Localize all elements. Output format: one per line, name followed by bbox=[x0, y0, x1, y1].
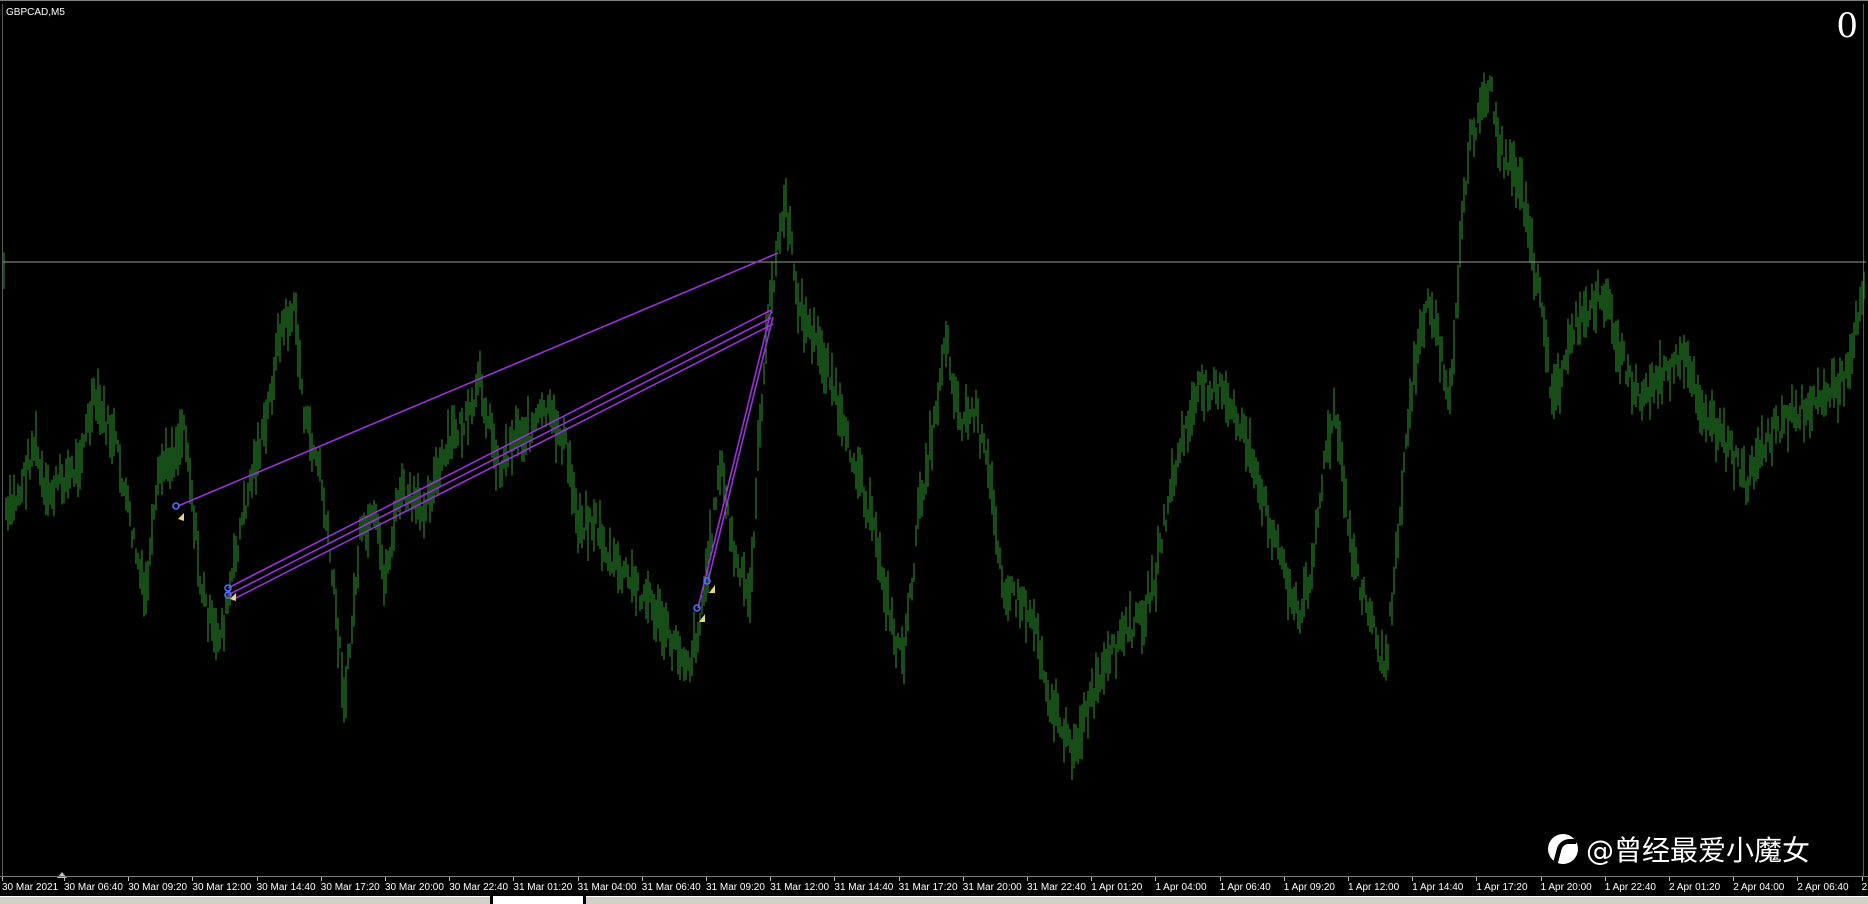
time-axis-label: 31 Mar 22:40 bbox=[1027, 877, 1086, 893]
time-axis-label: 30 Mar 17:20 bbox=[320, 877, 380, 893]
time-axis-label: 30 Mar 06:40 bbox=[64, 877, 123, 893]
trendline-3[interactable] bbox=[227, 317, 772, 596]
price-chart[interactable] bbox=[0, 1, 1868, 904]
arrow-marker[interactable] bbox=[709, 585, 715, 593]
time-axis-label: 31 Mar 12:00 bbox=[770, 877, 830, 893]
time-axis-label: 30 Mar 09:20 bbox=[128, 877, 188, 893]
trendline-2[interactable] bbox=[227, 309, 772, 589]
time-axis-label: 31 Mar 04:00 bbox=[577, 877, 637, 893]
time-axis-label: 1 Apr 06:40 bbox=[1219, 877, 1271, 893]
time-axis-label: 31 Mar 01:20 bbox=[513, 877, 573, 893]
time-axis-label: 1 Apr 01:20 bbox=[1091, 877, 1143, 893]
time-axis-label: 31 Mar 14:40 bbox=[834, 877, 894, 893]
order-markers[interactable] bbox=[172, 502, 715, 622]
corner-indicator-value: 0 bbox=[1836, 6, 1858, 46]
time-axis-label: 31 Mar 17:20 bbox=[898, 877, 958, 893]
time-axis-label: 30 Mar 22:40 bbox=[449, 877, 509, 893]
arrow-marker[interactable] bbox=[178, 513, 184, 521]
time-axis-label: 1 Apr 20:00 bbox=[1540, 877, 1592, 893]
time-axis-label: 30 Mar 14:40 bbox=[256, 877, 316, 893]
time-axis-label: 30 Mar 20:00 bbox=[385, 877, 444, 893]
time-axis-label: 2 Apr 06:40 bbox=[1797, 877, 1849, 893]
time-axis-label: 1 Apr 04:00 bbox=[1155, 877, 1207, 893]
time-axis-label: 30 Mar 2021 bbox=[2, 877, 59, 893]
toutiao-logo-icon bbox=[1548, 834, 1578, 864]
entry-marker[interactable] bbox=[693, 604, 701, 612]
time-axis-label: 31 Mar 09:20 bbox=[706, 877, 765, 893]
watermark-text: @曾经最爱小魔女 bbox=[1586, 834, 1811, 867]
time-axis-label: 1 Apr 17:20 bbox=[1476, 877, 1528, 893]
time-axis-label: 1 Apr 14:40 bbox=[1412, 877, 1464, 893]
time-axis-label: 2 Apr 04:00 bbox=[1733, 877, 1785, 893]
time-axis-label: 1 Apr 09:20 bbox=[1283, 877, 1335, 893]
trendlines[interactable] bbox=[177, 252, 779, 609]
price-bars bbox=[3, 72, 1865, 780]
trendline-6[interactable] bbox=[707, 316, 774, 582]
time-axis-label: 1 Apr 12:00 bbox=[1348, 877, 1400, 893]
time-axis-label: 1 Apr 22:40 bbox=[1604, 877, 1656, 893]
time-axis-label: 30 Mar 12:00 bbox=[192, 877, 252, 893]
symbol-timeframe-label: GBPCAD,M5 bbox=[6, 7, 65, 18]
time-axis-label: 31 Mar 20:00 bbox=[962, 877, 1022, 893]
time-axis-label: 2 Apr 01:20 bbox=[1669, 877, 1721, 893]
watermark: @曾经最爱小魔女 bbox=[1548, 829, 1810, 869]
time-axis-label: 31 Mar 06:40 bbox=[641, 877, 701, 893]
trendline-4[interactable] bbox=[231, 323, 774, 601]
chart-window[interactable]: GBPCAD,M5 0 30 Mar 2021 30 Mar 06:40 30 Ma… bbox=[0, 0, 1868, 904]
time-axis: 30 Mar 2021 30 Mar 06:40 30 Mar 09:20 30 Ma… bbox=[0, 876, 1868, 896]
time-axis-label: 2 Ap bbox=[1861, 877, 1868, 893]
